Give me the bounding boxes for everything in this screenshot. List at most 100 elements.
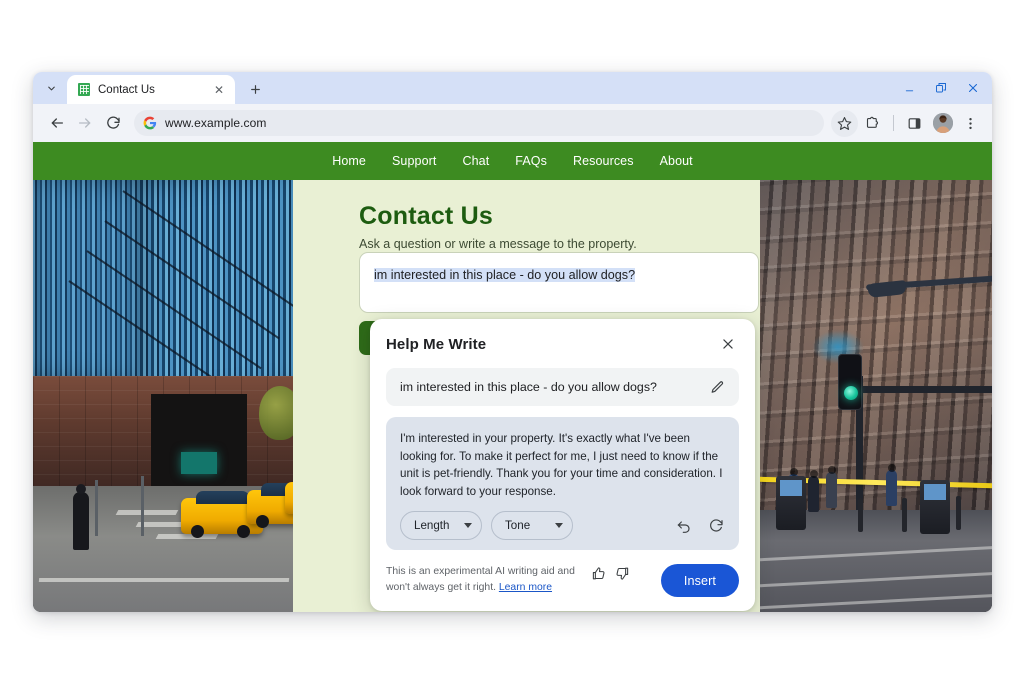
sign-pole: [95, 480, 98, 536]
storefront-sign: [181, 452, 217, 474]
undo-icon: [677, 521, 690, 533]
nav-item-faqs[interactable]: FAQs: [515, 154, 547, 168]
bookmark-button[interactable]: [831, 109, 858, 137]
dialog-header: Help Me Write: [386, 333, 739, 355]
nav-item-resources[interactable]: Resources: [573, 154, 634, 168]
back-arrow-icon: [51, 118, 63, 128]
browser-menu-button[interactable]: [957, 110, 984, 137]
avatar: [932, 113, 953, 133]
lane-line: [38, 578, 290, 582]
thumbs-down-icon: [616, 568, 629, 581]
learn-more-link[interactable]: Learn more: [499, 582, 552, 593]
building-entrance: [151, 394, 247, 490]
window-maximize-button[interactable]: [926, 73, 956, 103]
reload-button[interactable]: [99, 110, 126, 137]
trash-receptacle: [920, 480, 950, 534]
traffic-light-housing: [838, 354, 862, 410]
back-button[interactable]: [43, 110, 70, 137]
google-g-icon: [143, 116, 157, 130]
nav-item-about[interactable]: About: [660, 154, 693, 168]
puzzle-piece-icon: [866, 116, 879, 128]
window-close-button[interactable]: [958, 73, 988, 103]
screenshot-root: Contact Us ✕ www.example.com Home Suppor…: [0, 0, 1024, 683]
extensions-button[interactable]: [859, 110, 886, 137]
glass-facade-left: [33, 180, 147, 392]
undo-button[interactable]: [674, 516, 693, 535]
url-text: www.example.com: [165, 116, 267, 130]
site-navigation: Home Support Chat FAQs Resources About: [33, 142, 992, 180]
pedestrian: [808, 470, 819, 512]
nav-item-chat[interactable]: Chat: [462, 154, 489, 168]
chevron-down-icon: [555, 523, 563, 529]
grid-favicon: [78, 83, 90, 96]
traffic-light-arm: [860, 386, 992, 393]
close-icon: [723, 339, 733, 349]
insert-button[interactable]: Insert: [660, 564, 739, 598]
tab-title: Contact Us: [98, 83, 155, 96]
tab-strip: Contact Us ✕: [33, 72, 992, 104]
tone-dropdown[interactable]: Tone: [491, 511, 573, 541]
dialog-title: Help Me Write: [386, 335, 487, 353]
avatar-icon: [932, 113, 953, 133]
tone-dropdown-label: Tone: [505, 519, 531, 533]
chevron-down-icon: [464, 523, 472, 529]
taxi-cab: [285, 482, 293, 514]
generated-result-card: I'm interested in your property. It's ex…: [386, 417, 739, 551]
message-textarea-value: im interested in this place - do you all…: [374, 268, 636, 282]
traffic-light-green-lamp: [844, 386, 858, 400]
new-tab-button[interactable]: [241, 75, 269, 103]
reload-icon: [106, 116, 120, 129]
generated-result-text: I'm interested in your property. It's ex…: [400, 432, 723, 498]
profile-button[interactable]: [929, 110, 956, 137]
prompt-field[interactable]: im interested in this place - do you all…: [386, 368, 739, 406]
center-content-column: Contact Us Ask a question or write a mes…: [293, 180, 760, 612]
news-box-sign: [780, 480, 802, 496]
street-tree: [259, 386, 293, 440]
forward-button[interactable]: [71, 110, 98, 137]
window-controls: [894, 72, 988, 104]
nav-item-home[interactable]: Home: [332, 154, 366, 168]
page-viewport: Home Support Chat FAQs Resources About C…: [33, 142, 992, 612]
bollard: [858, 498, 863, 532]
chevron-down-icon: [47, 86, 55, 90]
star-icon: [837, 116, 852, 130]
page-body: Contact Us Ask a question or write a mes…: [33, 180, 992, 612]
crosswalk-stripe: [115, 510, 179, 515]
tab-close-button[interactable]: ✕: [211, 82, 227, 98]
sign-pole: [141, 476, 144, 536]
nav-item-support[interactable]: Support: [392, 154, 436, 168]
disclaimer-text: This is an experimental AI writing aid a…: [386, 564, 580, 594]
content-inner: Contact Us Ask a question or write a mes…: [293, 180, 760, 612]
dialog-close-button[interactable]: [717, 333, 739, 355]
prompt-edit-button[interactable]: [707, 377, 727, 397]
pencil-icon: [711, 380, 723, 393]
window-minimize-button[interactable]: [894, 73, 924, 103]
help-me-write-dialog: Help Me Write im interested in this plac…: [370, 319, 755, 612]
minimize-icon: [905, 89, 913, 91]
trash-sign: [924, 484, 946, 500]
crosswalk-stripe: [155, 534, 219, 539]
browser-tab[interactable]: Contact Us ✕: [67, 75, 235, 104]
three-dot-menu-icon: [969, 117, 972, 129]
close-icon: [968, 83, 978, 93]
forward-arrow-icon: [78, 118, 90, 128]
message-textarea[interactable]: im interested in this place - do you all…: [359, 252, 759, 313]
length-dropdown[interactable]: Length: [400, 511, 482, 541]
feedback-buttons: [590, 564, 631, 582]
browser-toolbar: www.example.com: [33, 104, 992, 142]
side-panel-button[interactable]: [901, 110, 928, 137]
bollard: [956, 496, 961, 530]
news-box: [776, 476, 806, 530]
tab-search-button[interactable]: [37, 75, 65, 101]
thumbs-down-button[interactable]: [614, 565, 631, 582]
page-subtitle: Ask a question or write a message to the…: [359, 237, 637, 251]
thumbs-up-button[interactable]: [590, 565, 607, 582]
thumbs-up-icon: [592, 567, 605, 580]
dialog-footer: This is an experimental AI writing aid a…: [386, 564, 739, 598]
bollard: [902, 498, 907, 532]
address-bar[interactable]: www.example.com: [134, 110, 824, 136]
pedestrian: [826, 466, 837, 508]
browser-window: Contact Us ✕ www.example.com Home Suppor…: [33, 72, 992, 612]
prompt-text: im interested in this place - do you all…: [400, 380, 657, 394]
regenerate-button[interactable]: [706, 516, 725, 535]
